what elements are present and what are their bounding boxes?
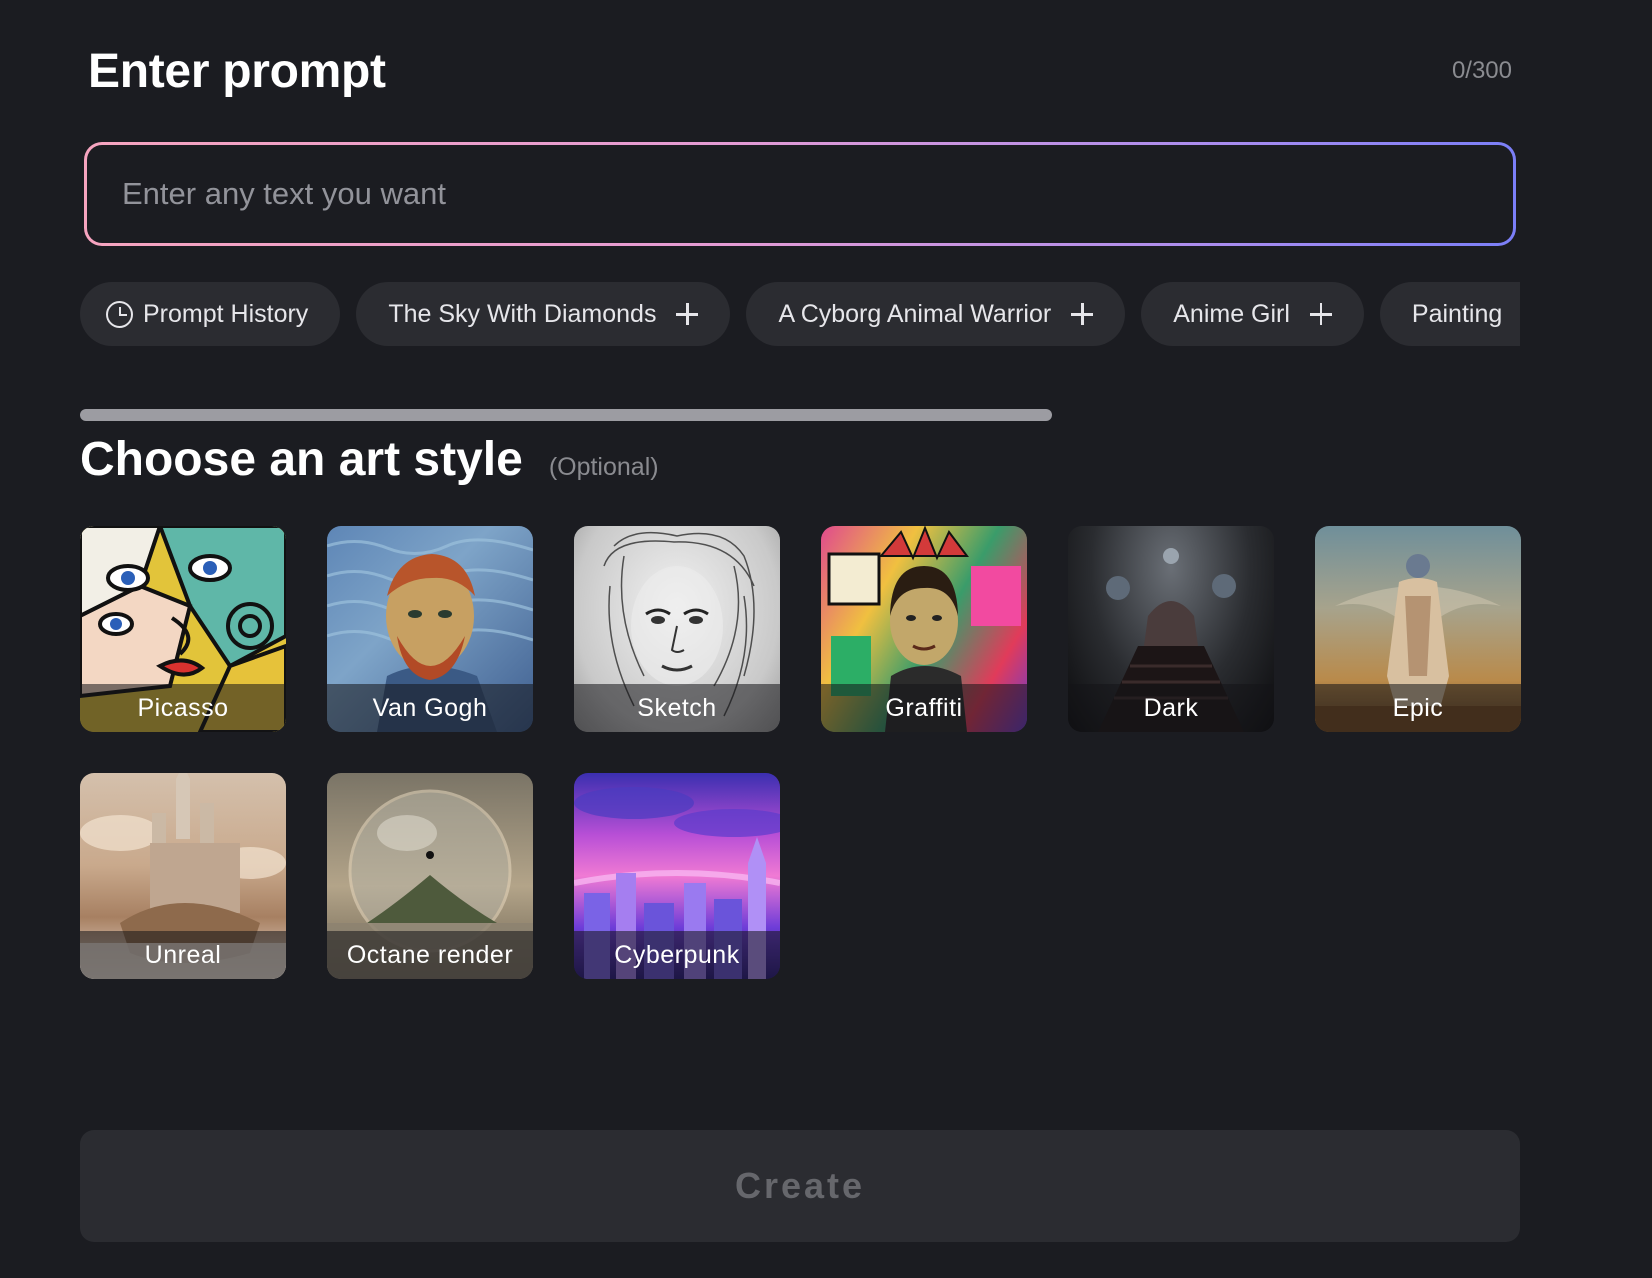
- suggestion-chip-sky-with-diamonds[interactable]: The Sky With Diamonds: [356, 282, 731, 346]
- create-button[interactable]: Create: [80, 1130, 1520, 1242]
- prompt-input-container: [87, 145, 1513, 243]
- chip-label: Prompt History: [143, 299, 309, 328]
- style-card-octane-render[interactable]: Octane render: [327, 773, 533, 979]
- suggestion-chip-cyborg-animal-warrior[interactable]: A Cyborg Animal Warrior: [746, 282, 1126, 346]
- style-card-epic[interactable]: Epic: [1315, 526, 1521, 732]
- optional-label: (Optional): [548, 453, 659, 481]
- chip-label: The Sky With Diamonds: [388, 299, 657, 328]
- plus-icon: [1071, 303, 1094, 325]
- plus-icon: [1309, 303, 1332, 325]
- style-label: Dark: [1068, 684, 1274, 732]
- style-card-graffiti[interactable]: Graffiti: [821, 526, 1027, 732]
- chip-label: A Cyborg Animal Warrior: [778, 299, 1052, 328]
- suggestion-chip-painting[interactable]: Painting: [1379, 282, 1520, 346]
- suggestion-chip-anime-girl[interactable]: Anime Girl: [1141, 282, 1364, 346]
- art-style-heading: Choose an art style: [80, 433, 523, 486]
- style-label: Cyberpunk: [574, 931, 780, 979]
- style-card-sketch[interactable]: Sketch: [574, 526, 780, 732]
- art-style-grid: Picasso Van Gogh Sketch Graffiti Dark Ep…: [80, 526, 1521, 979]
- chip-label: Painting: [1411, 299, 1503, 328]
- style-label: Van Gogh: [327, 684, 533, 732]
- style-card-unreal[interactable]: Unreal: [80, 773, 286, 979]
- style-card-van-gogh[interactable]: Van Gogh: [327, 526, 533, 732]
- clock-icon: [106, 300, 133, 328]
- style-card-picasso[interactable]: Picasso: [80, 526, 286, 732]
- style-card-cyberpunk[interactable]: Cyberpunk: [574, 773, 780, 979]
- prompt-history-chip[interactable]: Prompt History: [80, 282, 341, 346]
- style-label: Sketch: [574, 684, 780, 732]
- style-label: Unreal: [80, 931, 286, 979]
- chip-label: Anime Girl: [1173, 299, 1290, 328]
- style-label: Graffiti: [821, 684, 1027, 732]
- style-label: Epic: [1315, 684, 1521, 732]
- style-card-dark[interactable]: Dark: [1068, 526, 1274, 732]
- plus-icon: [676, 303, 699, 325]
- style-label: Octane render: [327, 931, 533, 979]
- chips-scrollbar[interactable]: [80, 409, 1052, 421]
- prompt-title: Enter prompt: [88, 45, 386, 98]
- prompt-suggestions: Prompt History The Sky With Diamonds A C…: [80, 282, 1520, 346]
- prompt-input-frame: [84, 142, 1516, 246]
- art-style-title: Choose an art style (Optional): [80, 430, 659, 497]
- prompt-input[interactable]: [120, 175, 1480, 213]
- style-label: Picasso: [80, 684, 286, 732]
- character-counter: 0/300: [1451, 57, 1512, 84]
